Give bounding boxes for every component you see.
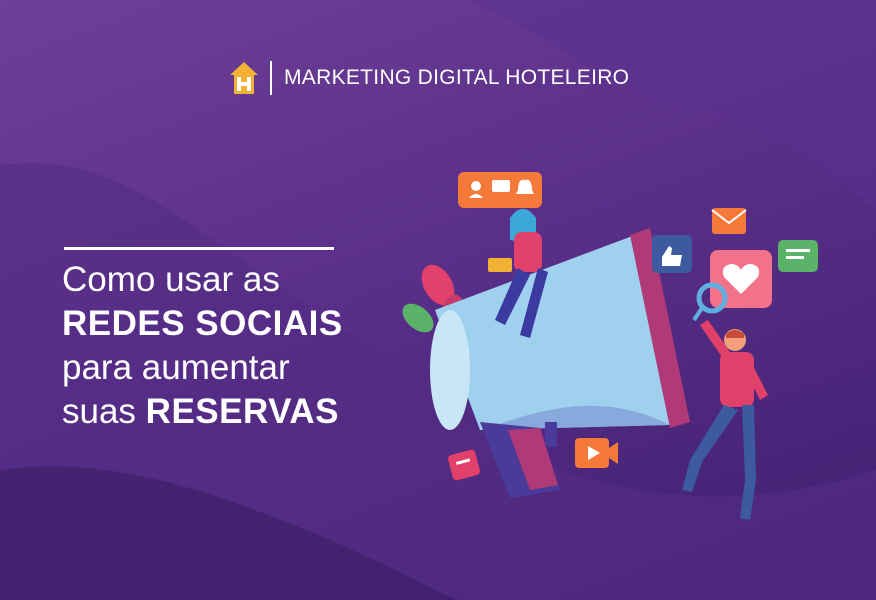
- social-bar-icon: [458, 172, 542, 208]
- brand-name: MARKETING DIGITAL HOTELEIRO: [284, 66, 630, 89]
- heart-card-icon: [710, 250, 772, 308]
- video-icon: [575, 438, 618, 468]
- headline-reservas: RESERVAS: [145, 392, 339, 431]
- brand-header: MARKETING DIGITAL HOTELEIRO: [228, 58, 629, 98]
- person-standing: [682, 320, 768, 520]
- headline-line-1: Como usar as: [62, 260, 280, 299]
- headline-line-4: suas RESERVAS: [62, 390, 343, 434]
- banner: MARKETING DIGITAL HOTELEIRO Como usar as…: [0, 0, 876, 600]
- mail-icon: [711, 208, 747, 234]
- brand-divider: [270, 61, 272, 95]
- headline: Como usar as REDES SOCIAIS para aumentar…: [62, 258, 343, 434]
- message-icon: [778, 240, 818, 272]
- chat-bubble-icon: [448, 449, 480, 481]
- megaphone-illustration: [402, 172, 818, 520]
- headline-redes-sociais: REDES SOCIAIS: [62, 304, 343, 343]
- headline-suas: suas: [62, 392, 136, 431]
- headline-rule: [64, 247, 334, 250]
- hotel-house-logo-icon: [230, 62, 258, 94]
- headline-line-3: para aumentar: [62, 348, 290, 387]
- headline-line-2: REDES SOCIAIS: [62, 302, 343, 346]
- like-icon: [652, 235, 692, 273]
